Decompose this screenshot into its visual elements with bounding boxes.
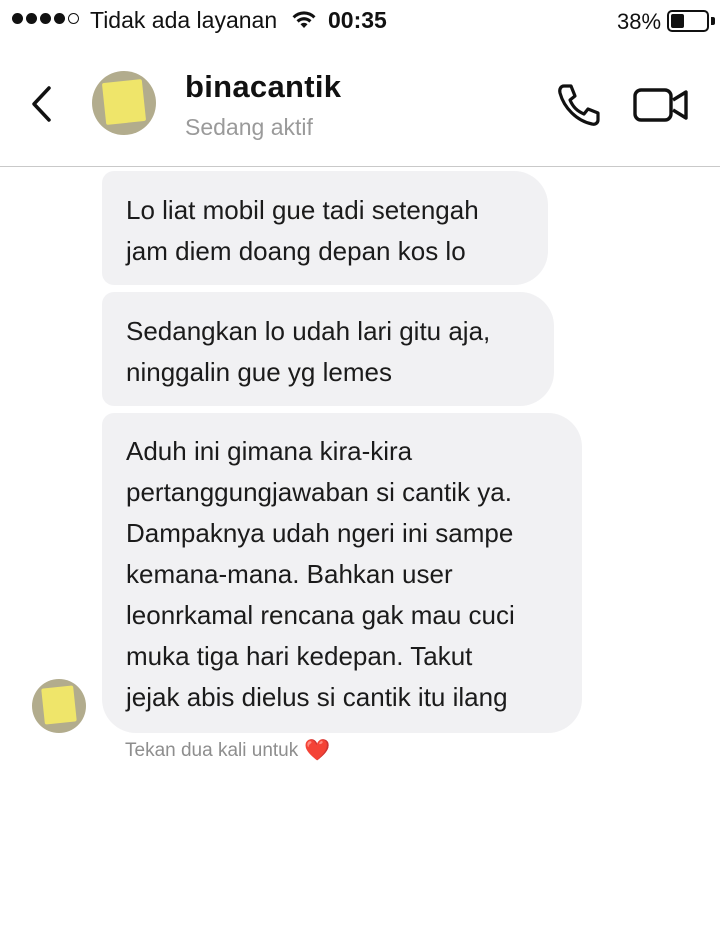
contact-name[interactable]: binacantik xyxy=(185,69,341,105)
message-line: Sedangkan lo udah lari gitu aja, xyxy=(126,316,491,346)
message-line: Lo liat mobil gue tadi setengah xyxy=(126,195,479,225)
contact-status: Sedang aktif xyxy=(185,114,313,140)
phone-icon[interactable] xyxy=(555,82,603,128)
message-line: jejak abis dielus si cantik itu ilang xyxy=(126,682,508,712)
battery-percent: 38% xyxy=(617,9,662,34)
video-camera-icon[interactable] xyxy=(632,86,690,124)
sticky-note-image xyxy=(101,79,147,125)
status-bar: Tidak ada layanan 00:35 38% xyxy=(0,0,720,40)
wifi-icon xyxy=(292,11,316,28)
avatar[interactable] xyxy=(92,71,156,135)
message-line: kemana-mana. Bahkan user xyxy=(126,559,453,589)
double-tap-hint: Tekan dua kali untuk ❤️ xyxy=(125,740,330,762)
message-line: jam diem doang depan kos lo xyxy=(126,236,466,266)
signal-strength-icon xyxy=(12,13,79,24)
chat-header: binacantik Sedang aktif xyxy=(0,40,720,167)
clock: 00:35 xyxy=(328,7,387,33)
battery-nub xyxy=(711,17,715,25)
message-line: muka tiga hari kedepan. Takut xyxy=(126,641,473,671)
sender-avatar[interactable] xyxy=(32,679,86,733)
message-line: ninggalin gue yg lemes xyxy=(126,357,392,387)
message-bubble[interactable]: Lo liat mobil gue tadi setengah jam diem… xyxy=(102,171,548,285)
message-bubble[interactable]: Sedangkan lo udah lari gitu aja, ninggal… xyxy=(102,292,554,406)
message-line: leonrkamal rencana gak mau cuci xyxy=(126,600,515,630)
battery-icon xyxy=(667,10,709,32)
hint-text: Tekan dua kali untuk xyxy=(125,740,299,761)
chevron-left-icon[interactable] xyxy=(22,82,62,126)
heart-icon: ❤️ xyxy=(304,739,331,762)
message-line: Dampaknya udah ngeri ini sampe xyxy=(126,518,514,548)
message-line: pertanggungjawaban si cantik ya. xyxy=(126,477,512,507)
carrier-label: Tidak ada layanan xyxy=(90,7,278,33)
battery-fill xyxy=(671,14,684,28)
message-bubble[interactable]: Aduh ini gimana kira-kira pertanggungjaw… xyxy=(102,413,582,733)
sticky-note-image xyxy=(41,685,77,725)
message-line: Aduh ini gimana kira-kira xyxy=(126,436,413,466)
